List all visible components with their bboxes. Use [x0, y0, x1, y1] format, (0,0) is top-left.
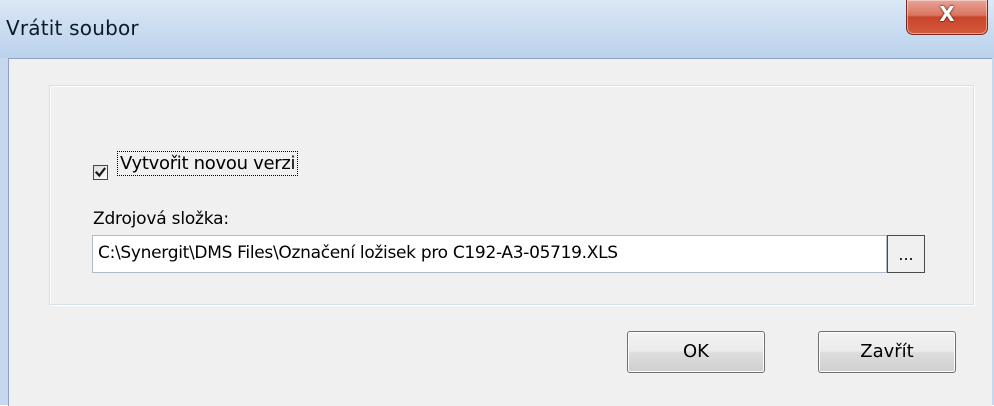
dialog-body: Vytvořit novou verzi Zdrojová složka: C:… [8, 58, 992, 406]
ok-button[interactable]: OK [627, 331, 765, 373]
close-window-button[interactable]: X [906, 0, 988, 35]
new-version-checkbox[interactable] [93, 165, 108, 180]
source-folder-label: Zdrojová složka: [93, 209, 229, 229]
new-version-label[interactable]: Vytvořit novou verzi [116, 151, 299, 176]
checkmark-icon [95, 167, 106, 178]
close-icon: X [939, 2, 955, 26]
close-button[interactable]: Zavřít [818, 331, 956, 373]
browse-button[interactable]: ... [887, 235, 925, 273]
source-folder-input[interactable]: C:\Synergit\DMS Files\Označení ložisek p… [92, 235, 887, 273]
title-bar[interactable]: Vrátit soubor X [0, 0, 994, 58]
options-group: Vytvořit novou verzi Zdrojová složka: C:… [49, 85, 974, 305]
dialog-window: Vrátit soubor X Vytvořit novou verzi Zdr… [0, 0, 994, 406]
dialog-title: Vrátit soubor [6, 16, 139, 40]
